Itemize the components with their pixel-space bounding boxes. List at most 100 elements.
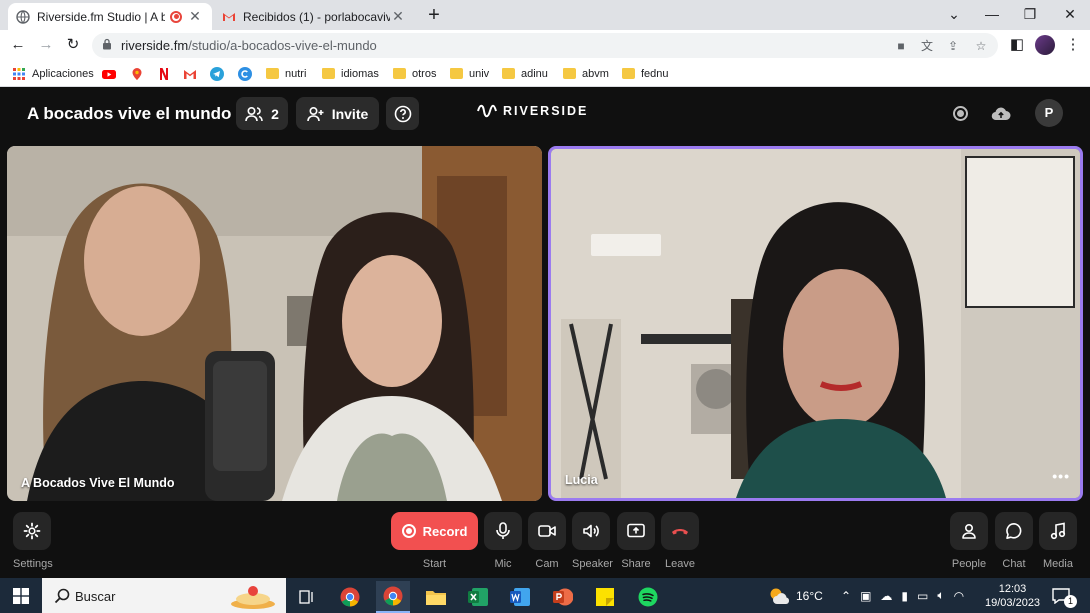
- clock[interactable]: 12:03 19/03/2023: [985, 578, 1040, 613]
- wifi-icon[interactable]: ◠: [954, 589, 964, 603]
- tile-more-options[interactable]: •••: [1052, 468, 1070, 484]
- taskbar-search[interactable]: Buscar: [42, 578, 286, 613]
- bookmark-apps[interactable]: Aplicaciones: [12, 65, 94, 82]
- recording-status-icon[interactable]: [947, 100, 973, 126]
- powerpoint-icon[interactable]: [546, 581, 580, 613]
- battery-icon[interactable]: ▭: [917, 589, 928, 603]
- lucia-tile-label: Lucia: [565, 473, 598, 487]
- bookmark-folder-abvm[interactable]: abvm: [563, 65, 609, 82]
- chrome-taskbar-icon[interactable]: [333, 581, 367, 613]
- record-control[interactable]: Record Start: [391, 512, 478, 570]
- clock-time: 12:03: [998, 582, 1027, 595]
- chat-bubble-icon: [1006, 523, 1022, 539]
- excel-icon[interactable]: [461, 581, 495, 613]
- bookmark-telegram[interactable]: [210, 65, 230, 82]
- tab-gmail[interactable]: Recibidos (1) - porlabocaviveelm ✕: [214, 3, 414, 30]
- speaker-button[interactable]: [572, 512, 610, 550]
- mic-control[interactable]: Mic: [484, 512, 522, 570]
- bookmark-folder-idiomas[interactable]: idiomas: [322, 65, 379, 82]
- share-button[interactable]: [617, 512, 655, 550]
- people-control[interactable]: People: [950, 512, 988, 570]
- participants-button[interactable]: 2: [236, 97, 288, 130]
- camera-icon: [538, 525, 556, 537]
- task-view-icon[interactable]: [290, 581, 324, 613]
- speaker-control[interactable]: Speaker: [572, 512, 613, 570]
- bookmark-folder-univ[interactable]: univ: [450, 65, 489, 82]
- bookmark-star-icon[interactable]: ☆: [972, 37, 990, 55]
- bookmark-gmail[interactable]: [183, 65, 203, 82]
- new-tab-button[interactable]: +: [422, 4, 446, 26]
- mic-label: Mic: [494, 558, 512, 570]
- tab-riverside[interactable]: Riverside.fm Studio | A bocados ✕: [8, 3, 212, 30]
- help-button[interactable]: [386, 97, 419, 130]
- sticky-notes-icon[interactable]: [588, 581, 622, 613]
- url-host: riverside.fm: [121, 38, 189, 53]
- cam-button[interactable]: [528, 512, 566, 550]
- minimize-button[interactable]: —: [974, 3, 1010, 25]
- chrome-active-taskbar-icon[interactable]: [376, 581, 410, 613]
- maps-icon: [132, 67, 142, 80]
- weather-widget[interactable]: 16°C: [768, 578, 823, 613]
- settings-control[interactable]: Settings: [13, 512, 53, 570]
- onedrive-icon[interactable]: ☁: [880, 589, 892, 603]
- forward-icon[interactable]: →: [35, 34, 57, 56]
- chat-button[interactable]: [995, 512, 1033, 550]
- user-avatar[interactable]: P: [1035, 99, 1063, 127]
- leave-control[interactable]: Leave: [661, 512, 699, 570]
- host-video-feed: [7, 146, 542, 501]
- profile-avatar[interactable]: [1035, 35, 1055, 55]
- leave-label: Leave: [665, 558, 695, 570]
- folder-icon: [502, 68, 515, 79]
- music-note-icon: [1050, 522, 1066, 540]
- settings-button[interactable]: [13, 512, 51, 550]
- start-button[interactable]: [4, 580, 38, 612]
- mic-button[interactable]: [484, 512, 522, 550]
- cloud-upload-icon[interactable]: [988, 100, 1014, 126]
- tab-search-icon[interactable]: ⌄: [936, 3, 972, 25]
- side-panel-icon[interactable]: ◧: [1006, 34, 1028, 56]
- media-control[interactable]: Media: [1039, 512, 1077, 570]
- word-icon[interactable]: [503, 581, 537, 613]
- restore-button[interactable]: ❐: [1012, 3, 1048, 25]
- meet-now-icon[interactable]: ▣: [860, 589, 871, 603]
- reload-icon[interactable]: ↻: [62, 34, 84, 56]
- camera-in-use-icon[interactable]: ■: [892, 37, 910, 55]
- search-icon: [54, 588, 70, 604]
- chat-control[interactable]: Chat: [995, 512, 1033, 570]
- gear-icon: [23, 522, 41, 540]
- bookmark-folder-nutri[interactable]: nutri: [266, 65, 306, 82]
- menu-kebab-icon[interactable]: ⋮: [1062, 34, 1084, 56]
- share-page-icon[interactable]: ⇪: [944, 37, 962, 55]
- studio-title: A bocados vive el mundo: [27, 104, 232, 123]
- spotify-icon[interactable]: [631, 581, 665, 613]
- bookmark-folder-adinu[interactable]: adinu: [502, 65, 548, 82]
- bookmark-folder-fednu[interactable]: fednu: [622, 65, 669, 82]
- file-explorer-icon[interactable]: [419, 581, 453, 613]
- media-button[interactable]: [1039, 512, 1077, 550]
- usb-icon[interactable]: ▮: [901, 589, 908, 603]
- address-bar[interactable]: riverside.fm/studio/a-bocados-vive-el-mu…: [92, 33, 998, 58]
- chevron-up-icon[interactable]: ⌃: [841, 589, 851, 603]
- cam-control[interactable]: Cam: [528, 512, 566, 570]
- netflix-icon: [160, 67, 168, 80]
- media-label: Media: [1043, 558, 1073, 570]
- bookmark-youtube[interactable]: [102, 65, 122, 82]
- bookmark-maps[interactable]: [130, 65, 150, 82]
- people-button[interactable]: [950, 512, 988, 550]
- bookmark-folder-otros[interactable]: otros: [393, 65, 436, 82]
- leave-button[interactable]: [661, 512, 699, 550]
- bookmark-netflix[interactable]: [157, 65, 177, 82]
- record-button[interactable]: Record: [391, 512, 478, 550]
- volume-icon[interactable]: 🔈︎: [937, 588, 944, 603]
- sun-cloud-icon: [770, 588, 790, 604]
- close-tab-icon[interactable]: ✕: [187, 8, 203, 25]
- invite-button[interactable]: Invite: [296, 97, 379, 130]
- share-control[interactable]: Share: [617, 512, 655, 570]
- close-tab-icon[interactable]: ✕: [390, 8, 406, 25]
- close-window-button[interactable]: ✕: [1052, 3, 1088, 25]
- bookmark-canva[interactable]: [238, 65, 258, 82]
- translate-icon[interactable]: 文: [918, 37, 936, 55]
- back-icon[interactable]: ←: [7, 34, 29, 56]
- start-label: Start: [422, 558, 447, 570]
- notifications-button[interactable]: 1: [1052, 578, 1077, 613]
